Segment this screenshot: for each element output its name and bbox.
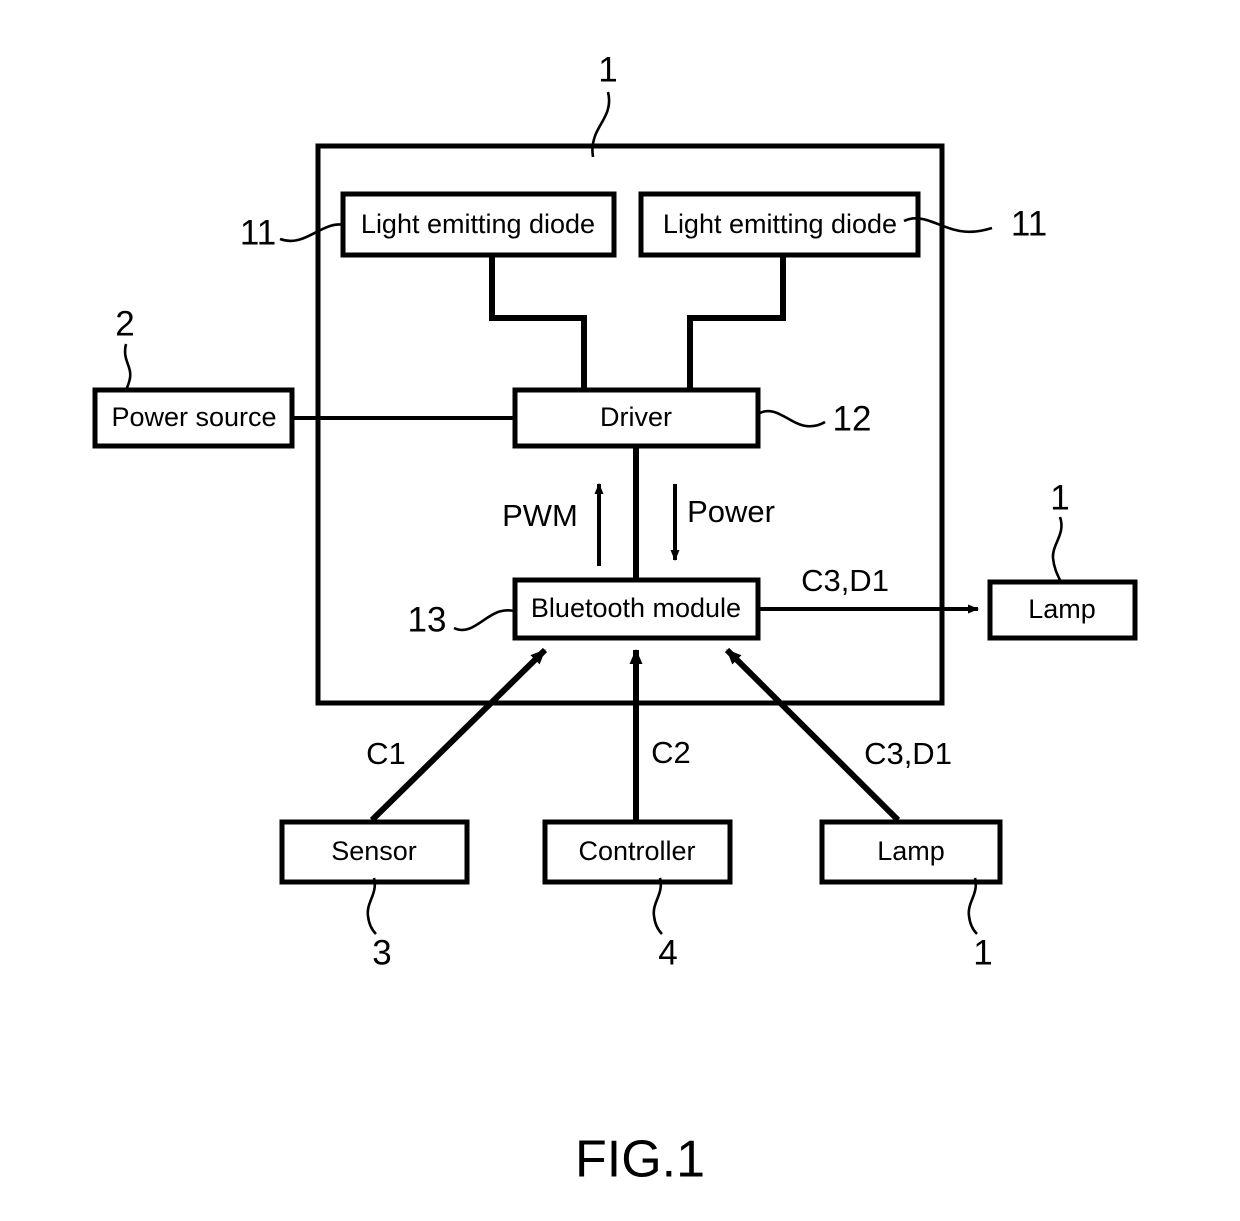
block-label-lamp-right: Lamp bbox=[1028, 594, 1096, 624]
signal-label-pwm: PWM bbox=[502, 498, 578, 533]
leader-line-controller bbox=[652, 877, 663, 935]
signal-label-c2: C2 bbox=[651, 735, 691, 770]
arrow-sensor-to-bluetooth bbox=[369, 647, 548, 823]
leader-line-lamp-right bbox=[1051, 516, 1063, 581]
block-label-led-right: Light emitting diode bbox=[663, 209, 897, 239]
figure-caption: FIG.1 bbox=[575, 1131, 705, 1189]
ref-numeral-lamp-right: 1 bbox=[1050, 478, 1069, 517]
block-label-power-source: Power source bbox=[111, 402, 276, 432]
leader-line-lamp-bottom bbox=[967, 877, 978, 935]
leader-line-sensor bbox=[366, 877, 377, 935]
block-label-lamp-bottom: Lamp bbox=[877, 836, 945, 866]
block-diagram: 1 Light emitting diode 11 Light emitting… bbox=[92, 50, 1138, 1189]
ref-numeral-lamp-assembly: 1 bbox=[598, 50, 617, 89]
signal-label-c3d1: C3,D1 bbox=[864, 736, 952, 771]
signal-label-bluetooth-to-lamp: C3,D1 bbox=[801, 563, 889, 598]
patent-figure: 1 Light emitting diode 11 Light emitting… bbox=[0, 0, 1240, 1221]
block-label-controller: Controller bbox=[578, 836, 695, 866]
wire-led-left-to-driver bbox=[489, 255, 587, 390]
block-label-bluetooth-module: Bluetooth module bbox=[531, 593, 741, 623]
block-label-sensor: Sensor bbox=[331, 836, 417, 866]
arrow-lamp-to-bluetooth bbox=[724, 647, 901, 823]
ref-numeral-bluetooth: 13 bbox=[408, 600, 447, 639]
ref-numeral-driver: 12 bbox=[833, 399, 872, 438]
signal-label-power: Power bbox=[687, 494, 775, 529]
signal-label-c1: C1 bbox=[366, 736, 406, 771]
leader-line-driver bbox=[759, 409, 826, 428]
ref-numeral-sensor: 3 bbox=[372, 933, 391, 972]
leader-line-led-left bbox=[279, 223, 345, 243]
ref-numeral-led-right: 11 bbox=[1011, 204, 1047, 243]
leader-line-bluetooth bbox=[453, 609, 515, 632]
block-label-led-left: Light emitting diode bbox=[361, 209, 595, 239]
ref-numeral-led-left: 11 bbox=[240, 213, 276, 252]
wire-led-right-to-driver bbox=[687, 255, 786, 390]
ref-numeral-power-source: 2 bbox=[115, 304, 134, 343]
ref-numeral-lamp-bottom: 1 bbox=[973, 933, 992, 972]
block-label-driver: Driver bbox=[600, 402, 672, 432]
leader-line-power-source bbox=[123, 343, 132, 393]
ref-numeral-controller: 4 bbox=[658, 933, 677, 972]
